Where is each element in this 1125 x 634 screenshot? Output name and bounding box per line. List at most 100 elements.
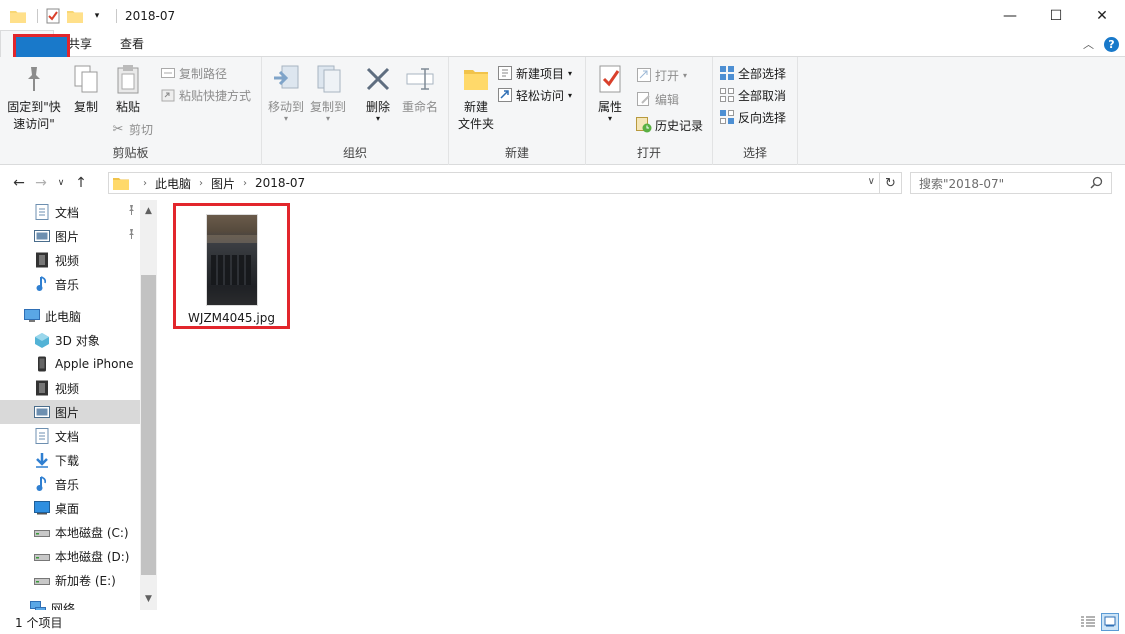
history-icon <box>636 117 652 133</box>
rename-icon <box>404 63 436 95</box>
file-item[interactable]: WJZM4045.jpg <box>173 203 290 329</box>
move-to-button[interactable]: 移动到 ▾ <box>266 63 306 123</box>
cut-button[interactable]: ✂ 剪切 <box>110 119 153 139</box>
nav-item[interactable]: 文档 <box>0 200 140 224</box>
new-item-icon <box>497 65 513 81</box>
nav-item[interactable]: 本地磁盘 (D:) <box>0 544 140 568</box>
nav-item[interactable]: 网络 <box>0 596 140 610</box>
nav-item[interactable]: 视频 <box>0 376 140 400</box>
paste-button[interactable]: 粘贴 <box>108 63 148 116</box>
pictures-icon <box>34 404 50 420</box>
breadcrumb-2018-07[interactable]: 2018-07 <box>255 176 305 190</box>
move-to-icon <box>270 63 302 95</box>
scroll-up-icon[interactable]: ▲ <box>140 202 157 220</box>
edit-button[interactable]: 编辑 <box>636 89 679 109</box>
properties-icon <box>594 63 626 95</box>
rename-button[interactable]: 重命名 <box>400 63 440 116</box>
breadcrumb-pictures[interactable]: 图片 <box>211 175 235 192</box>
close-button[interactable]: ✕ <box>1079 0 1125 31</box>
video-icon <box>34 252 50 268</box>
back-button[interactable]: ← <box>8 175 30 191</box>
address-dropdown-icon[interactable]: ∨ <box>868 176 875 187</box>
customize-qat-icon[interactable]: ▾ <box>88 7 106 25</box>
status-bar: 1 个项目 <box>0 610 1125 634</box>
copy-path-icon <box>160 65 176 81</box>
recent-locations-button[interactable]: ∨ <box>52 178 70 188</box>
paste-shortcut-button[interactable]: 粘贴快捷方式 <box>160 85 251 105</box>
nav-item[interactable]: 图片 <box>0 224 140 248</box>
help-icon[interactable]: ? <box>1104 36 1119 52</box>
phone-icon <box>34 356 50 372</box>
clipboard-icon <box>112 63 144 95</box>
search-placeholder: 搜索"2018-07" <box>919 176 1005 191</box>
large-icons-view-button[interactable] <box>1101 613 1119 631</box>
refresh-button[interactable]: ↻ <box>880 172 902 194</box>
copy-path-button[interactable]: 复制路径 <box>160 63 227 83</box>
tab-view[interactable]: 查看 <box>106 30 158 56</box>
easy-access-button[interactable]: 轻松访问 ▾ <box>497 85 572 105</box>
up-button[interactable]: ↑ <box>70 175 92 191</box>
pictures-icon <box>34 228 50 244</box>
invert-selection-icon <box>719 109 735 125</box>
scroll-thumb[interactable] <box>141 275 156 575</box>
select-all-icon <box>719 65 735 81</box>
breadcrumb-this-pc[interactable]: 此电脑 <box>155 175 191 192</box>
music-icon <box>34 276 50 292</box>
group-new: 新建 文件夹 新建项目 ▾ 轻松访问 ▾ 新建 <box>449 57 586 165</box>
ribbon-tabs: 文件 主页 共享 查看 ︿ ? <box>0 30 1125 160</box>
nav-item[interactable]: 图片 <box>0 400 140 424</box>
nav-item[interactable]: 新加卷 (E:) <box>0 568 140 592</box>
open-button[interactable]: 打开 ▾ <box>636 65 687 85</box>
nav-item[interactable]: 此电脑 <box>0 304 140 328</box>
window-controls: — ☐ ✕ <box>987 0 1125 31</box>
forward-button[interactable]: → <box>30 175 52 191</box>
nav-item[interactable]: Apple iPhone <box>0 352 140 376</box>
pin-quick-access-button[interactable]: 固定到"快 速访问" <box>6 63 62 133</box>
nav-item[interactable]: 文档 <box>0 424 140 448</box>
nav-item[interactable]: 3D 对象 <box>0 328 140 352</box>
address-bar[interactable]: › 此电脑 › 图片 › 2018-07 ∨ <box>108 172 880 194</box>
new-folder-button[interactable]: 新建 文件夹 <box>453 63 499 133</box>
properties-check-icon[interactable] <box>44 7 62 25</box>
copy-icon <box>70 63 102 95</box>
breadcrumb-separator-icon[interactable]: › <box>199 178 203 189</box>
select-all-button[interactable]: 全部选择 <box>719 63 786 83</box>
edit-icon <box>636 91 652 107</box>
paste-shortcut-icon <box>160 87 176 103</box>
3d-objects-icon <box>34 332 50 348</box>
nav-item[interactable]: 下载 <box>0 448 140 472</box>
copy-to-button[interactable]: 复制到 ▾ <box>308 63 348 123</box>
maximize-button[interactable]: ☐ <box>1033 0 1079 31</box>
music-icon <box>34 476 50 492</box>
breadcrumb-separator-icon[interactable]: › <box>243 178 247 189</box>
copy-button[interactable]: 复制 <box>66 63 106 116</box>
nav-scrollbar[interactable]: ▲ ▼ <box>140 200 157 610</box>
collapse-ribbon-icon[interactable]: ︿ <box>1083 36 1094 52</box>
nav-item[interactable]: 音乐 <box>0 272 140 296</box>
breadcrumb-separator-icon[interactable]: › <box>143 178 147 189</box>
new-item-button[interactable]: 新建项目 ▾ <box>497 63 572 83</box>
nav-item-label: 网络 <box>51 601 76 611</box>
new-folder-icon[interactable] <box>66 7 84 25</box>
delete-button[interactable]: 删除 ▾ <box>360 63 396 123</box>
details-view-button[interactable] <box>1079 613 1097 631</box>
invert-selection-button[interactable]: 反向选择 <box>719 107 786 127</box>
scissors-icon: ✂ <box>112 121 124 137</box>
nav-item-label: 3D 对象 <box>55 333 100 348</box>
nav-item-label: 视频 <box>55 253 80 268</box>
navigation-pane: 文档 图片 视频 音乐 此电脑 3D 对象 Apple iPhone 视频 图片 文档 下载 音乐 桌面… <box>0 200 157 610</box>
minimize-button[interactable]: — <box>987 0 1033 31</box>
nav-item[interactable]: 本地磁盘 (C:) <box>0 520 140 544</box>
video-icon <box>34 380 50 396</box>
nav-item-label: 文档 <box>55 429 80 444</box>
scroll-down-icon[interactable]: ▼ <box>140 590 157 608</box>
nav-item[interactable]: 音乐 <box>0 472 140 496</box>
nav-item[interactable]: 视频 <box>0 248 140 272</box>
search-box[interactable]: 搜索"2018-07" <box>910 172 1112 194</box>
select-none-button[interactable]: 全部取消 <box>719 85 786 105</box>
folder-icon <box>113 176 129 190</box>
properties-button[interactable]: 属性 ▾ <box>592 63 628 123</box>
nav-item[interactable]: 桌面 <box>0 496 140 520</box>
history-button[interactable]: 历史记录 <box>636 115 703 135</box>
pin-icon <box>127 205 136 218</box>
